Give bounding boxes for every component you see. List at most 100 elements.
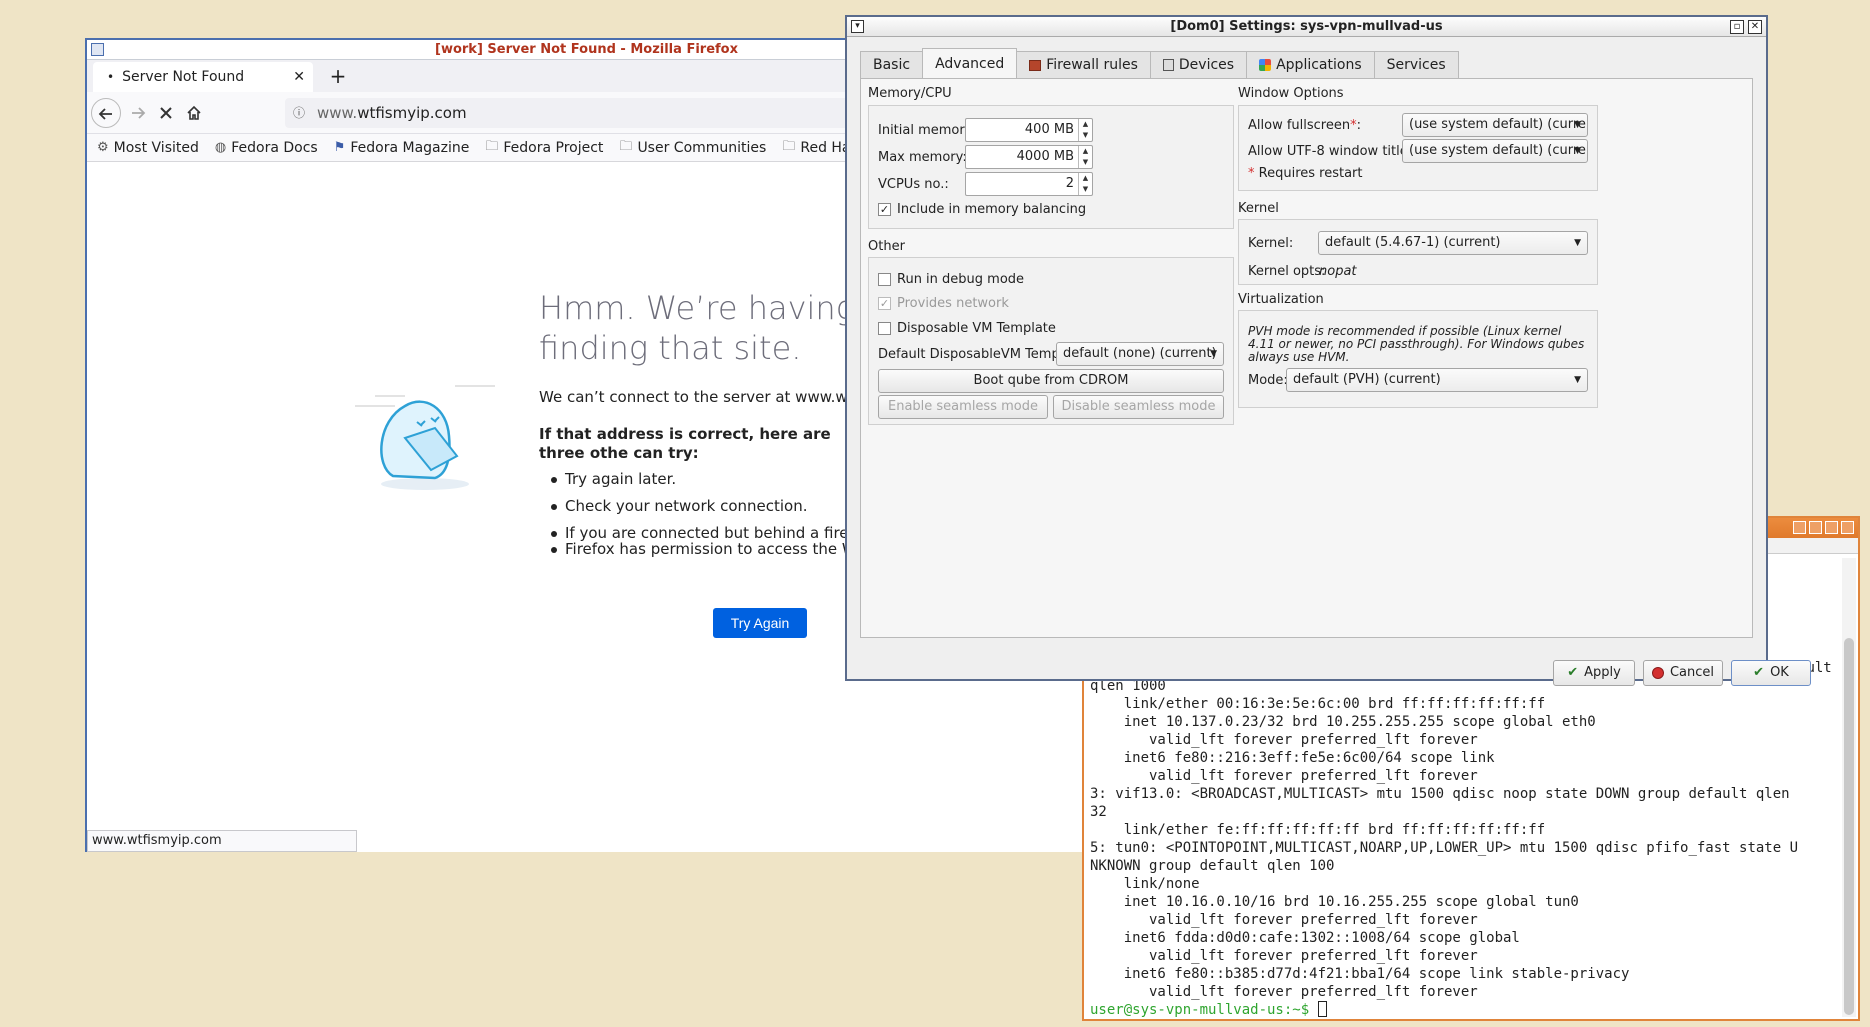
maximize-icon[interactable]: ▫: [1730, 20, 1744, 34]
bookmark-flag-icon: ⚑: [333, 140, 346, 155]
virtualization-section-title: Virtualization: [1238, 292, 1324, 307]
chevron-down-icon: ▼: [1574, 238, 1581, 248]
terminal-line: 3: vif13.0: <BROADCAST,MULTICAST> mtu 15…: [1090, 786, 1790, 802]
boot-cdrom-button[interactable]: Boot qube from CDROM: [878, 369, 1224, 393]
disposable-template-checkbox[interactable]: Disposable VM Template: [878, 321, 1056, 336]
select-value: default (5.4.67-1) (current): [1325, 235, 1501, 250]
spin-arrows-icon[interactable]: ▲ ▼: [1078, 146, 1092, 168]
terminal-line: link/ether 00:16:3e:5e:6c:00 brd ff:ff:f…: [1090, 696, 1546, 712]
terminal-line: inet6 fdda:d0d0:cafe:1302::1008/64 scope…: [1090, 930, 1520, 946]
bookmark-user-communities[interactable]: 🗀 User Communities: [619, 137, 766, 159]
shell-prompt: user@sys-vpn-mullvad-us:~$: [1090, 1002, 1318, 1018]
terminal-line: inet 10.137.0.23/32 brd 10.255.255.255 s…: [1090, 714, 1596, 730]
shade-icon[interactable]: [1809, 521, 1822, 534]
button-label: Cancel: [1669, 665, 1715, 680]
select-value: (use system default) (current): [1409, 117, 1588, 132]
memory-balancing-checkbox[interactable]: ✓ Include in memory balancing: [878, 202, 1086, 217]
kernel-group: Kernel: default (5.4.67-1) (current) ▼ Ke…: [1238, 219, 1598, 285]
bookmark-label: Most Visited: [113, 139, 199, 156]
initial-memory-label: Initial memory:: [878, 123, 976, 138]
initial-memory-spinbox[interactable]: 400 MB ▲ ▼: [965, 118, 1093, 142]
bookmark-fedora-docs[interactable]: ◍ Fedora Docs: [215, 140, 318, 156]
terminal-line: link/none: [1090, 876, 1200, 892]
tab-devices[interactable]: Devices: [1149, 51, 1248, 78]
try-again-button[interactable]: Try Again: [713, 608, 807, 638]
tab-label: Basic: [873, 56, 911, 73]
bookmark-label: Fedora Docs: [231, 139, 318, 156]
tab-firewall-rules[interactable]: Firewall rules: [1016, 51, 1151, 78]
bookmark-fedora-magazine[interactable]: ⚑ Fedora Magazine: [334, 140, 470, 156]
kernel-opts-value: nopat: [1319, 264, 1357, 279]
close-tab-icon[interactable]: ✕: [293, 62, 305, 92]
settings-window-title: [Dom0] Settings: sys-vpn-mullvad-us: [1170, 19, 1443, 34]
kernel-select[interactable]: default (5.4.67-1) (current) ▼: [1318, 231, 1588, 255]
list-item: Check your network connection.: [539, 497, 883, 515]
close-icon[interactable]: ✕: [1748, 20, 1762, 34]
chevron-down-icon: ▼: [1210, 349, 1217, 359]
terminal-line: valid_lft forever preferred_lft forever: [1090, 984, 1478, 1000]
terminal-line: inet6 fe80::b385:d77d:4f21:bba1/64 scope…: [1090, 966, 1630, 982]
tab-label: Devices: [1178, 56, 1235, 73]
terminal-line: 5: tun0: <POINTOPOINT,MULTICAST,NOARP,UP…: [1090, 840, 1799, 856]
close-icon[interactable]: [1841, 521, 1854, 534]
settings-titlebar[interactable]: ▾ [Dom0] Settings: sys-vpn-mullvad-us ▫ …: [847, 17, 1766, 37]
spin-arrows-icon[interactable]: ▲ ▼: [1078, 173, 1092, 195]
bookmark-most-visited[interactable]: ⚙ Most Visited: [97, 140, 199, 156]
mode-label: Mode:: [1248, 373, 1288, 388]
forward-icon[interactable]: [123, 98, 153, 128]
home-icon[interactable]: [179, 98, 209, 128]
fullscreen-select[interactable]: (use system default) (current) ▼: [1402, 113, 1588, 137]
tab-server-not-found[interactable]: • Server Not Found ✕: [93, 62, 313, 92]
url-domain: wtfismyip.com: [357, 104, 467, 122]
window-menu-icon[interactable]: [91, 43, 104, 56]
utf8-label-text: Allow UTF-8 window titles: [1248, 144, 1415, 159]
tab-services[interactable]: Services: [1373, 51, 1459, 78]
list-item-text: Firefox has permission to access the Web: [565, 540, 875, 558]
scrollbar-thumb[interactable]: [1844, 638, 1854, 1015]
kernel-opts-label: Kernel opts:: [1248, 264, 1326, 279]
window-options-group: Allow fullscreen*: (use system default) …: [1238, 105, 1598, 191]
terminal-line: valid_lft forever preferred_lft forever: [1090, 948, 1478, 964]
bookmark-fedora-project[interactable]: 🗀 Fedora Project: [485, 137, 603, 159]
terminal-scrollbar[interactable]: [1842, 558, 1856, 1017]
kernel-label: Kernel:: [1248, 236, 1294, 251]
tab-applications[interactable]: Applications: [1246, 51, 1375, 78]
utf8-titles-select[interactable]: (use system default) (current) ▼: [1402, 139, 1588, 163]
checkbox-empty-icon: [878, 273, 891, 286]
new-tab-button[interactable]: +: [325, 62, 351, 90]
qube-settings-dialog: ▾ [Dom0] Settings: sys-vpn-mullvad-us ▫ …: [845, 15, 1811, 686]
button-label: OK: [1770, 665, 1789, 680]
window-menu-icon[interactable]: ▾: [851, 20, 864, 33]
default-dispvm-label: Default DisposableVM Template: [878, 347, 1085, 362]
default-dispvm-select[interactable]: default (none) (current) ▼: [1056, 342, 1224, 366]
apply-button[interactable]: ✔ Apply: [1553, 660, 1635, 686]
vcpus-spinbox[interactable]: 2 ▲ ▼: [965, 172, 1093, 196]
stop-icon[interactable]: [151, 98, 181, 128]
url-prefix: www.: [317, 104, 358, 122]
select-value: default (none) (current): [1063, 346, 1217, 361]
maximize-icon[interactable]: [1825, 521, 1838, 534]
cancel-button[interactable]: Cancel: [1643, 660, 1723, 686]
fullscreen-label-text: Allow fullscreen: [1248, 118, 1351, 133]
initial-memory-value: 400 MB: [1024, 122, 1074, 137]
advanced-tab-pane: Memory/CPU Initial memory: 400 MB ▲ ▼ Max …: [860, 78, 1753, 638]
checkbox-label: Run in debug mode: [897, 272, 1025, 287]
debug-mode-checkbox[interactable]: Run in debug mode: [878, 272, 1024, 287]
tab-label: Services: [1386, 56, 1446, 73]
max-memory-spinbox[interactable]: 4000 MB ▲ ▼: [965, 145, 1093, 169]
site-info-icon[interactable]: ⓘ: [293, 98, 305, 128]
folder-icon: 🗀: [619, 138, 633, 154]
requires-restart-text: Requires restart: [1258, 166, 1363, 181]
error-mascot-illustration: [355, 385, 495, 490]
required-asterisk: *: [1248, 166, 1255, 181]
spin-arrows-icon[interactable]: ▲ ▼: [1078, 119, 1092, 141]
ok-button[interactable]: ✔ OK: [1731, 660, 1811, 686]
virt-mode-select[interactable]: default (PVH) (current) ▼: [1286, 368, 1588, 392]
terminal-line: valid_lft forever preferred_lft forever: [1090, 732, 1478, 748]
back-icon[interactable]: [91, 98, 121, 128]
tab-basic[interactable]: Basic: [860, 51, 924, 78]
minimize-icon[interactable]: [1793, 521, 1806, 534]
terminal-line: inet 10.16.0.10/16 brd 10.16.255.255 sco…: [1090, 894, 1579, 910]
status-bar-url: www.wtfismyip.com: [87, 830, 357, 852]
tab-advanced[interactable]: Advanced: [922, 48, 1018, 78]
